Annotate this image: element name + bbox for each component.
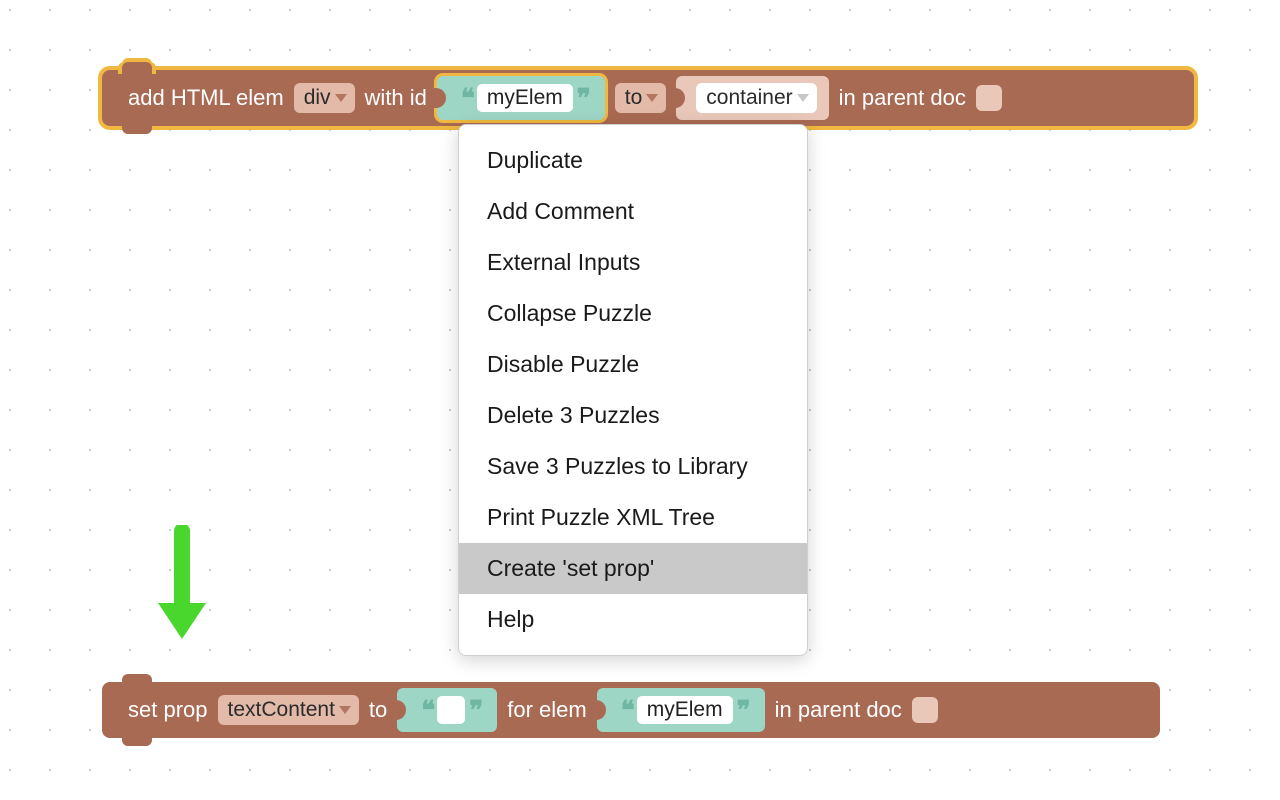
menu-item-delete-puzzles[interactable]: Delete 3 Puzzles (459, 390, 807, 441)
value-slot-target[interactable]: container (676, 76, 828, 120)
menu-item-save-to-library[interactable]: Save 3 Puzzles to Library (459, 441, 807, 492)
value-slot-prop-value[interactable]: ❝ ❞ (397, 688, 497, 732)
label-add: add HTML elem (128, 85, 284, 111)
field-elem-value[interactable]: myElem (637, 696, 733, 724)
label-in-parent-doc: in parent doc (839, 85, 966, 111)
dropdown-to-value: to (625, 86, 643, 110)
checkbox-in-parent-doc[interactable] (976, 85, 1002, 111)
quote-close-icon: ❞ (465, 695, 485, 726)
field-id-value[interactable]: myElem (477, 84, 573, 112)
menu-item-print-xml-tree[interactable]: Print Puzzle XML Tree (459, 492, 807, 543)
puzzle-set-prop[interactable]: set prop textContent to ❝ ❞ for elem ❝ m… (102, 682, 1160, 738)
menu-item-duplicate[interactable]: Duplicate (459, 135, 807, 186)
quote-open-icon: ❝ (617, 695, 637, 726)
menu-item-create-set-prop[interactable]: Create 'set prop' (459, 543, 807, 594)
field-prop-value[interactable] (437, 696, 465, 724)
puzzle-add-html-elem[interactable]: add HTML elem div with id ❝ myElem ❞ to … (102, 70, 1194, 126)
dropdown-prop[interactable]: textContent (218, 695, 359, 725)
chevron-down-icon (335, 94, 347, 102)
value-slot-elem[interactable]: ❝ myElem ❞ (597, 688, 765, 732)
menu-item-help[interactable]: Help (459, 594, 807, 645)
menu-item-disable-puzzle[interactable]: Disable Puzzle (459, 339, 807, 390)
dropdown-to[interactable]: to (615, 83, 667, 113)
quote-close-icon: ❞ (573, 83, 593, 114)
chevron-down-icon (339, 706, 351, 714)
label-in-parent-doc: in parent doc (775, 697, 902, 723)
chevron-down-icon (797, 94, 809, 102)
value-slot-id[interactable]: ❝ myElem ❞ (437, 76, 605, 120)
chevron-down-icon (646, 94, 658, 102)
menu-item-external-inputs[interactable]: External Inputs (459, 237, 807, 288)
dropdown-prop-value: textContent (228, 698, 335, 722)
label-set-prop: set prop (128, 697, 208, 723)
quote-open-icon: ❝ (457, 83, 477, 114)
context-menu[interactable]: Duplicate Add Comment External Inputs Co… (458, 124, 808, 656)
dropdown-target[interactable]: container (696, 83, 816, 113)
arrow-down-icon (150, 525, 214, 645)
workspace-canvas[interactable]: add HTML elem div with id ❝ myElem ❞ to … (0, 0, 1280, 800)
dropdown-elem-type-value: div (304, 86, 331, 110)
quote-close-icon: ❞ (733, 695, 753, 726)
label-with-id: with id (365, 85, 427, 111)
dropdown-elem-type[interactable]: div (294, 83, 355, 113)
label-to: to (369, 697, 387, 723)
menu-item-collapse-puzzle[interactable]: Collapse Puzzle (459, 288, 807, 339)
menu-item-add-comment[interactable]: Add Comment (459, 186, 807, 237)
dropdown-target-value: container (706, 86, 792, 110)
quote-open-icon: ❝ (417, 695, 437, 726)
checkbox-in-parent-doc[interactable] (912, 697, 938, 723)
label-for-elem: for elem (507, 697, 586, 723)
